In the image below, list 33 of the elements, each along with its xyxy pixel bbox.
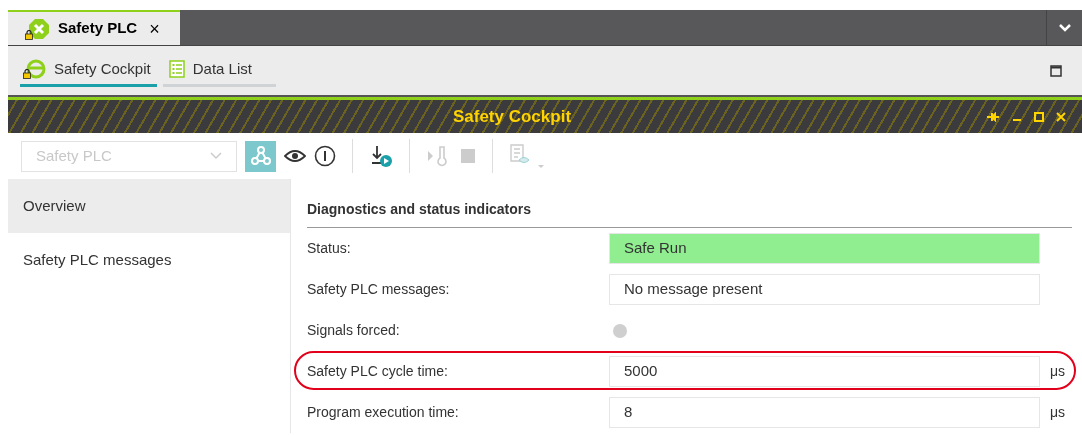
- lock-badge-icon: [22, 69, 32, 79]
- editor-tab[interactable]: Safety PLC ×: [8, 10, 180, 45]
- unit-label: μs: [1050, 403, 1066, 422]
- steering-wheel-icon: [26, 59, 46, 79]
- eye-icon[interactable]: [284, 149, 306, 163]
- panel-title: Safety Cockpit: [452, 105, 572, 128]
- section-title: Diagnostics and status indicators: [307, 201, 532, 217]
- tab-label: Safety PLC: [58, 18, 138, 39]
- field-label: Signals forced:: [307, 321, 401, 340]
- field-label: Program execution time:: [307, 403, 460, 422]
- chevron-down-icon[interactable]: [1058, 23, 1071, 32]
- download-run-icon[interactable]: [369, 144, 393, 168]
- unit-label: μs: [1050, 362, 1066, 381]
- maximize-icon[interactable]: [1050, 64, 1062, 77]
- lock-badge-icon: [24, 29, 34, 40]
- view-tab[interactable]: Safety Cockpit: [20, 54, 157, 87]
- value-field: Safe Run: [609, 233, 1040, 264]
- network-icon: [249, 145, 272, 167]
- value-field: 5000: [609, 356, 1040, 387]
- view-tab[interactable]: Data List: [162, 54, 276, 87]
- pin-icon[interactable]: [986, 111, 1000, 122]
- value-field: No message present: [609, 274, 1040, 305]
- close-icon[interactable]: [1056, 111, 1066, 122]
- field-label: Safety PLC cycle time:: [307, 362, 449, 381]
- field-label: Safety PLC messages:: [307, 280, 451, 299]
- field-label: Status:: [307, 239, 352, 258]
- sidebar-item[interactable]: Overview: [8, 179, 290, 233]
- power-icon[interactable]: [314, 145, 336, 167]
- close-button[interactable]: ×: [149, 19, 160, 38]
- list-icon: [168, 60, 185, 78]
- chevron-down-icon: [210, 152, 222, 160]
- plc-icon: [28, 17, 50, 40]
- value-field: 8: [609, 397, 1040, 428]
